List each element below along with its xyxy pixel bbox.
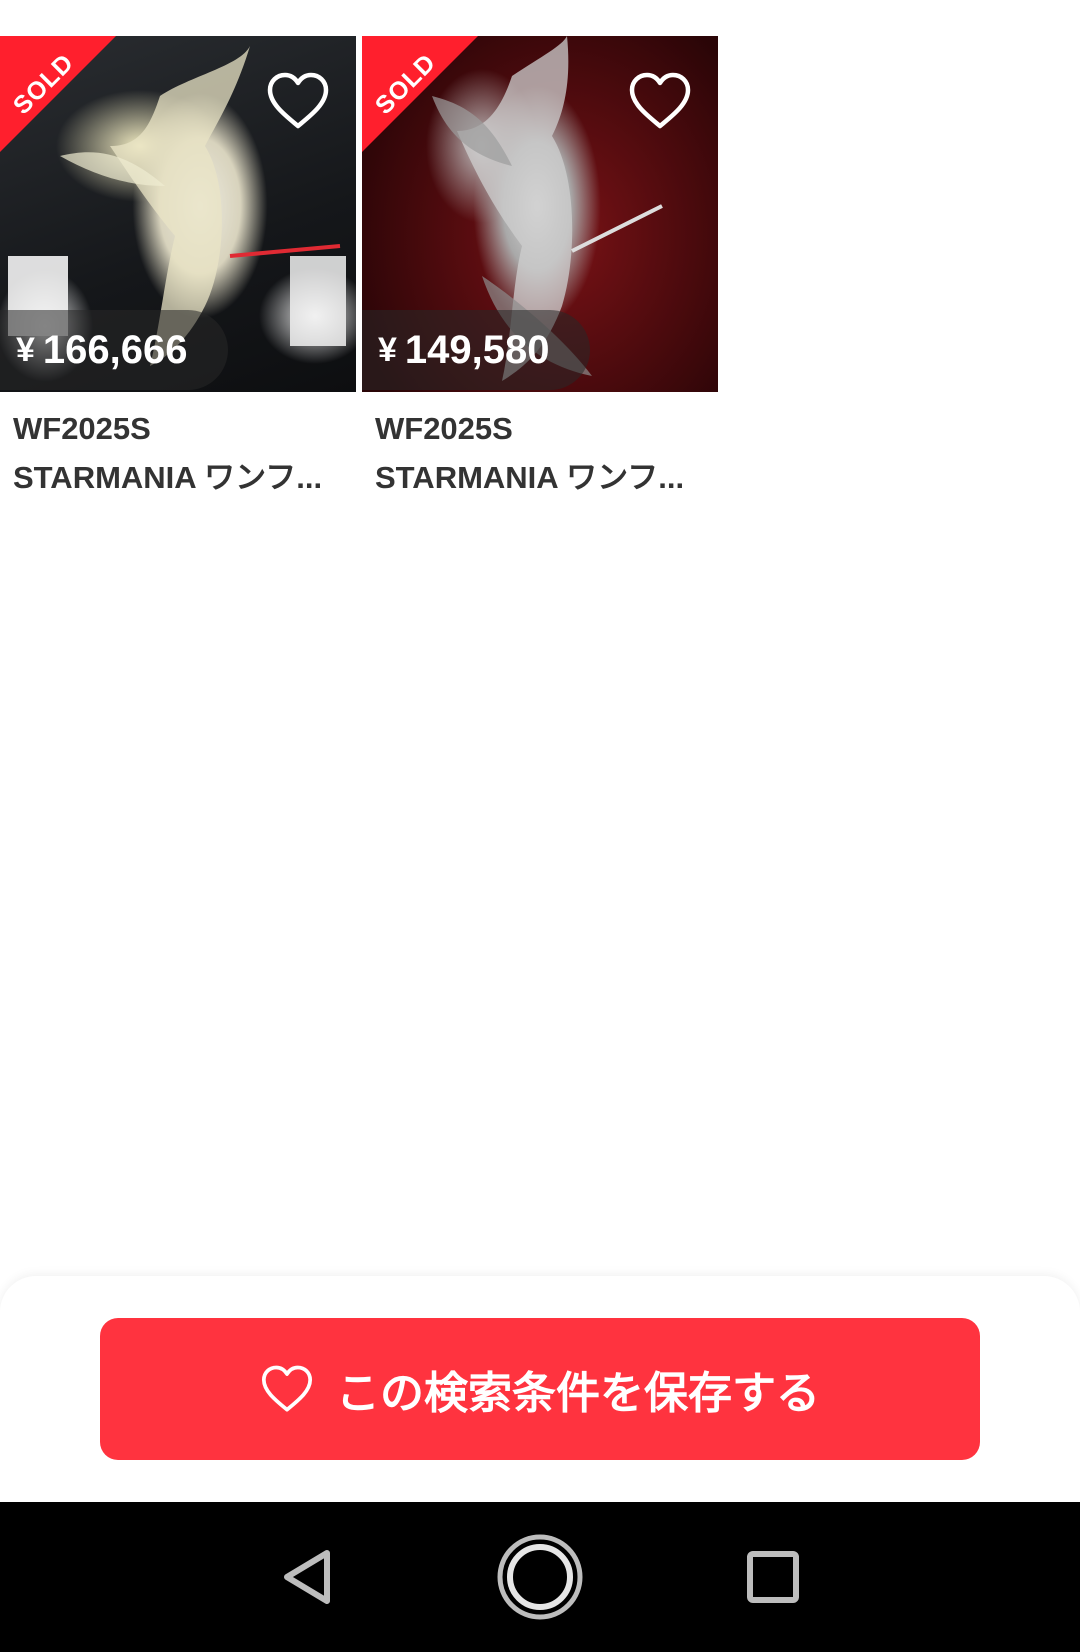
product-title-line1: WF2025S — [375, 411, 513, 446]
heart-outline-icon — [267, 72, 329, 129]
save-search-label: この検索条件を保存する — [336, 1368, 820, 1419]
product-title[interactable]: WF2025S STARMANIA ワンフ... — [0, 392, 356, 502]
favorite-button[interactable] — [626, 70, 694, 132]
product-thumbnail[interactable]: SOLD ¥ 149,580 — [362, 36, 718, 392]
favorite-button[interactable] — [264, 70, 332, 132]
home-button[interactable] — [490, 1527, 590, 1627]
recents-button[interactable] — [723, 1527, 823, 1627]
triangle-back-icon — [283, 1550, 330, 1604]
save-search-button[interactable]: この検索条件を保存する — [100, 1318, 980, 1460]
product-card[interactable]: SOLD ¥ 166,666 WF2025S STARMANIA ワンフ... — [0, 36, 356, 502]
price-badge: ¥ 149,580 — [362, 310, 590, 390]
product-thumbnail[interactable]: SOLD ¥ 166,666 — [0, 36, 356, 392]
currency-symbol: ¥ — [16, 330, 35, 369]
product-title-line2: STARMANIA ワンフ... — [375, 460, 685, 495]
product-title-line1: WF2025S — [13, 411, 151, 446]
price-badge: ¥ 166,666 — [0, 310, 228, 390]
product-title[interactable]: WF2025S STARMANIA ワンフ... — [362, 392, 718, 502]
square-recents-icon — [747, 1551, 800, 1603]
heart-outline-icon — [629, 72, 691, 129]
search-results-page: SOLD ¥ 166,666 WF2025S STARMANIA ワンフ... — [0, 0, 1080, 1652]
product-title-line2: STARMANIA ワンフ... — [13, 460, 323, 495]
currency-symbol: ¥ — [378, 330, 397, 369]
back-button[interactable] — [257, 1527, 357, 1627]
price-value: 149,580 — [404, 327, 550, 372]
save-search-panel: この検索条件を保存する — [0, 1276, 1080, 1502]
heart-outline-icon — [260, 1365, 314, 1413]
price-value: 166,666 — [42, 327, 188, 372]
product-card[interactable]: SOLD ¥ 149,580 WF2025S STARMANIA ワンフ... — [362, 36, 718, 502]
system-navigation-bar — [0, 1502, 1080, 1652]
circle-home-icon — [497, 1534, 583, 1620]
